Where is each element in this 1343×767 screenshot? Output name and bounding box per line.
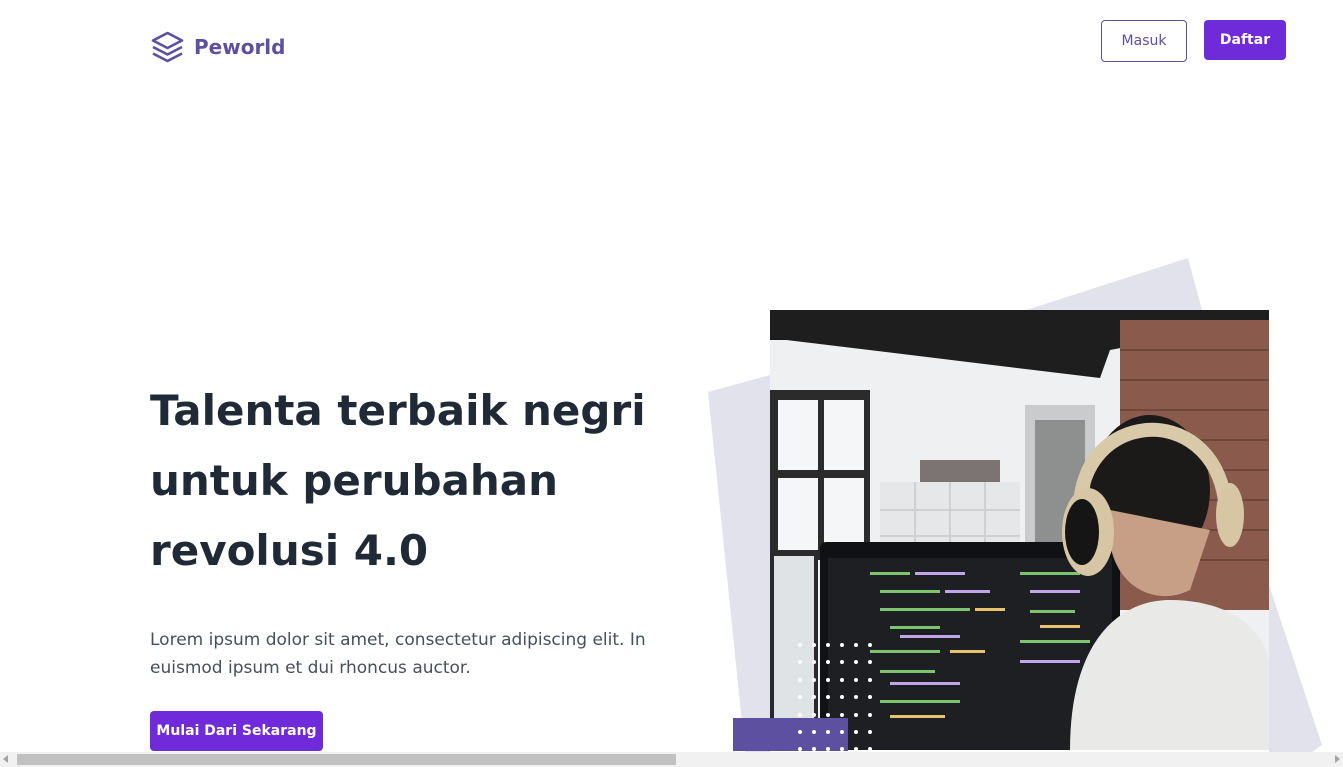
brand-name: Peworld — [194, 35, 286, 59]
scroll-left-arrow-icon[interactable] — [3, 755, 8, 763]
layers-icon — [151, 31, 184, 63]
hero-title: Talenta terbaik negri untuk perubahan re… — [150, 386, 646, 575]
decorative-dot-pattern — [798, 643, 872, 751]
scrollbar-thumb[interactable] — [17, 754, 676, 765]
start-now-button[interactable]: Mulai Dari Sekarang — [150, 711, 323, 751]
hero-description: Lorem ipsum dolor sit amet, consectetur … — [150, 630, 646, 678]
scroll-right-arrow-icon[interactable] — [1335, 755, 1340, 763]
brand-logo[interactable]: Peworld — [150, 30, 285, 64]
login-button[interactable]: Masuk — [1101, 20, 1187, 62]
horizontal-scrollbar[interactable] — [0, 752, 1343, 767]
register-button[interactable]: Daftar — [1204, 20, 1286, 60]
